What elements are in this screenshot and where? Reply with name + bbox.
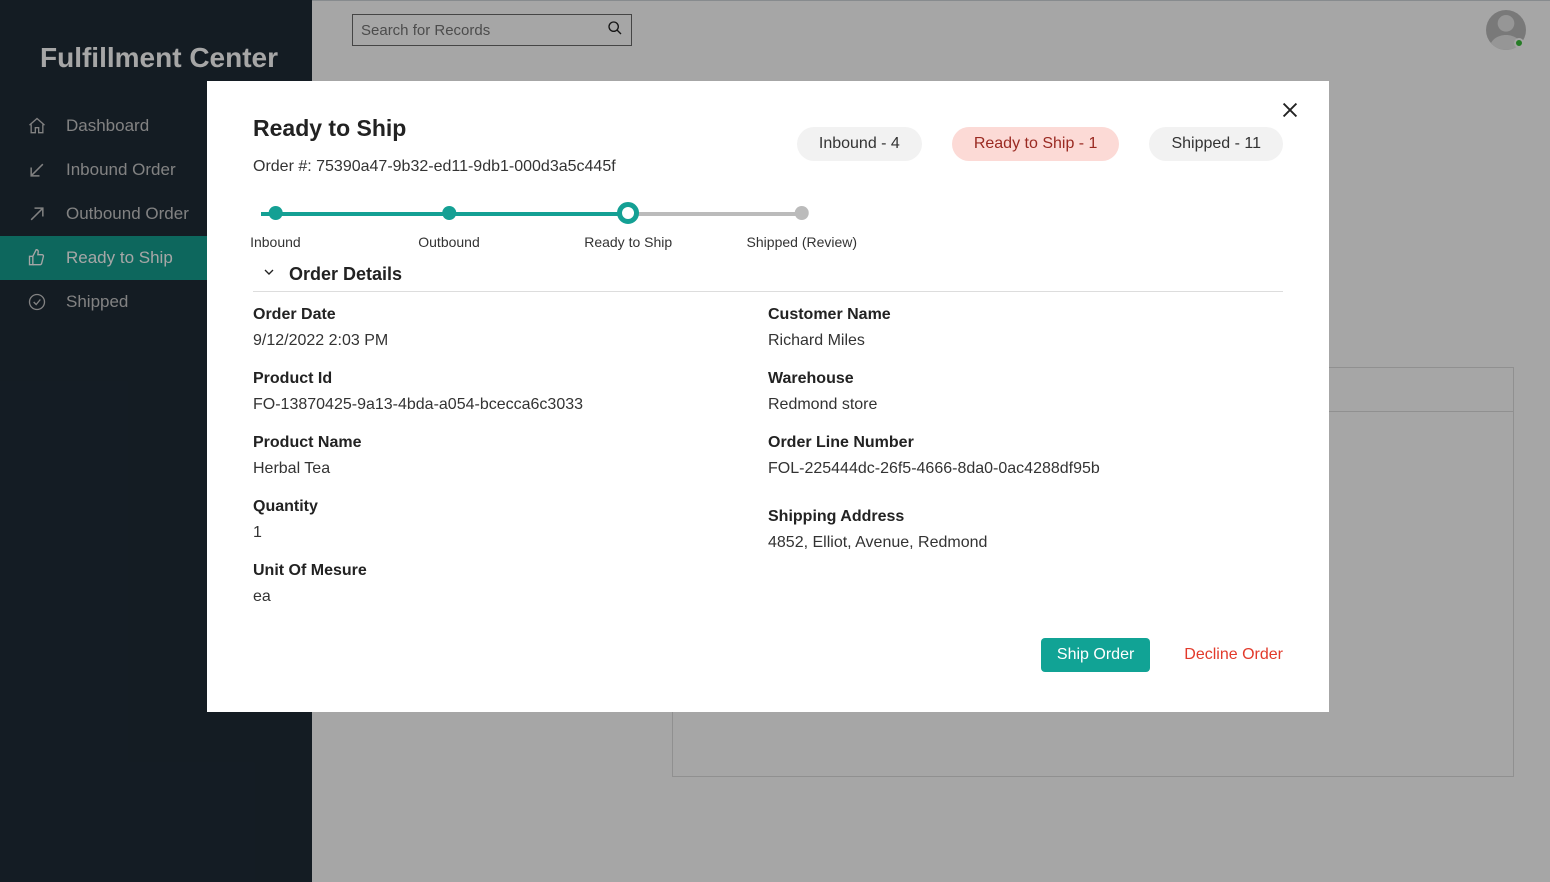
- step-label: Shipped (Review): [747, 234, 858, 250]
- details-left-column: Order Date 9/12/2022 2:03 PM Product Id …: [253, 306, 768, 626]
- field-label: Order Line Number: [768, 434, 1283, 452]
- field-label: Order Date: [253, 306, 768, 324]
- field-value: ea: [253, 588, 768, 606]
- field-label: Unit Of Mesure: [253, 562, 768, 580]
- step-label: Ready to Ship: [584, 234, 672, 250]
- step-label: Outbound: [418, 234, 480, 250]
- pill-ready-to-ship[interactable]: Ready to Ship - 1: [952, 127, 1120, 161]
- field-label: Customer Name: [768, 306, 1283, 324]
- step-dot-outbound: [442, 206, 456, 220]
- details-right-column: Customer Name Richard Miles Warehouse Re…: [768, 306, 1283, 626]
- field-value: 9/12/2022 2:03 PM: [253, 332, 768, 350]
- order-details-toggle[interactable]: Order Details: [253, 264, 1283, 285]
- field-value: FOL-225444dc-26f5-4666-8da0-0ac4288df95b: [768, 460, 1283, 478]
- status-pills: Inbound - 4 Ready to Ship - 1 Shipped - …: [797, 127, 1283, 161]
- step-dot-inbound: [268, 206, 282, 220]
- field-value: 1: [253, 524, 768, 542]
- field-label: Quantity: [253, 498, 768, 516]
- divider: [253, 291, 1283, 292]
- pill-inbound[interactable]: Inbound - 4: [797, 127, 922, 161]
- field-label: Shipping Address: [768, 508, 1283, 526]
- order-number: Order #: 75390a47-9b32-ed11-9db1-000d3a5…: [253, 158, 616, 176]
- field-label: Warehouse: [768, 370, 1283, 388]
- close-button[interactable]: [1279, 99, 1301, 126]
- section-title: Order Details: [289, 264, 402, 285]
- step-dot-ready: [617, 202, 639, 224]
- field-label: Product Id: [253, 370, 768, 388]
- field-label: Product Name: [253, 434, 768, 452]
- step-dot-shipped: [795, 206, 809, 220]
- step-label: Inbound: [250, 234, 301, 250]
- field-value: Herbal Tea: [253, 460, 768, 478]
- progress-stepper: Inbound Outbound Ready to Ship Shipped (…: [253, 202, 813, 260]
- field-value: Richard Miles: [768, 332, 1283, 350]
- field-value: FO-13870425-9a13-4bda-a054-bcecca6c3033: [253, 396, 768, 414]
- pill-shipped[interactable]: Shipped - 11: [1149, 127, 1283, 161]
- chevron-down-icon: [261, 264, 277, 285]
- field-value: 4852, Elliot, Avenue, Redmond: [768, 534, 1283, 552]
- order-modal: Ready to Ship Order #: 75390a47-9b32-ed1…: [207, 81, 1329, 712]
- field-value: Redmond store: [768, 396, 1283, 414]
- ship-order-button[interactable]: Ship Order: [1041, 638, 1150, 672]
- decline-order-button[interactable]: Decline Order: [1184, 646, 1283, 664]
- modal-title: Ready to Ship: [253, 115, 616, 142]
